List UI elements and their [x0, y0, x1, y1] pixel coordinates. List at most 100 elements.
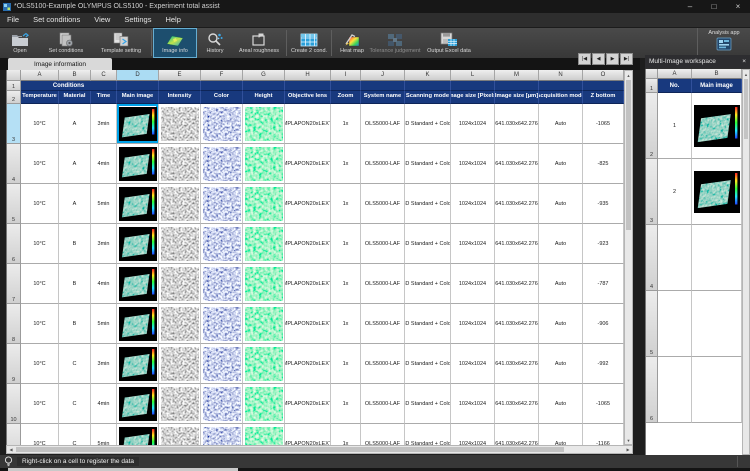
cell-material[interactable]: C — [59, 424, 91, 445]
column-header-A[interactable]: A — [21, 70, 59, 81]
cell-system-name[interactable]: OLS5000-LAF — [361, 424, 405, 445]
toolbar-button-image-info[interactable]: Image info — [153, 28, 197, 58]
workspace-cell-no[interactable] — [658, 291, 692, 357]
nav-last-button[interactable]: ▶| — [620, 53, 633, 65]
cell-material[interactable]: A — [59, 104, 91, 144]
column-header-objective-lens[interactable]: Objective lens — [285, 91, 331, 104]
workspace-row-header-4[interactable]: 4 — [646, 225, 658, 291]
height-thumbnail[interactable] — [245, 107, 283, 141]
cell-z-bottom[interactable]: -935 — [583, 184, 624, 224]
cell-temperature[interactable]: 10°C — [21, 144, 59, 184]
cell-main-image[interactable] — [117, 224, 159, 264]
menu-help[interactable]: Help — [158, 13, 187, 27]
column-header-O[interactable]: O — [583, 70, 624, 81]
conditions-row-blank-cell[interactable] — [201, 81, 243, 91]
cell-time[interactable]: 5min — [91, 304, 117, 344]
cell-time[interactable]: 3min — [91, 224, 117, 264]
cell-temperature[interactable]: 10°C — [21, 384, 59, 424]
menu-file[interactable]: File — [0, 13, 26, 27]
cell-objective-lens[interactable]: MPLAPON20xLEXT — [285, 104, 331, 144]
cell-scanning-mode[interactable]: 3D Standard + Color — [405, 344, 451, 384]
height-thumbnail[interactable] — [245, 387, 283, 421]
cell-intensity[interactable] — [159, 224, 201, 264]
cell-intensity[interactable] — [159, 184, 201, 224]
vertical-scrollbar[interactable]: ▲ ▼ — [624, 70, 633, 445]
workspace-scrollbar[interactable]: ▲ — [742, 69, 750, 455]
cell-objective-lens[interactable]: MPLAPON20xLEXT — [285, 224, 331, 264]
cell-acquisition-mode[interactable]: Auto — [539, 384, 583, 424]
main-image-thumbnail[interactable] — [119, 227, 157, 261]
cell-acquisition-mode[interactable]: Auto — [539, 344, 583, 384]
cell-system-name[interactable]: OLS5000-LAF — [361, 384, 405, 424]
color-thumbnail[interactable] — [203, 347, 241, 381]
column-header-B[interactable]: B — [59, 70, 91, 81]
cell-temperature[interactable]: 10°C — [21, 184, 59, 224]
cell-color[interactable] — [201, 104, 243, 144]
cell-image-size-um[interactable]: 641.030x642.276 — [495, 264, 539, 304]
cell-intensity[interactable] — [159, 344, 201, 384]
row-header-7[interactable]: 7 — [7, 264, 21, 304]
column-header-J[interactable]: J — [361, 70, 405, 81]
cell-intensity[interactable] — [159, 384, 201, 424]
column-header-D[interactable]: D — [117, 70, 159, 81]
cell-height[interactable] — [243, 104, 285, 144]
cell-z-bottom[interactable]: -923 — [583, 224, 624, 264]
column-header-system-name[interactable]: System name — [361, 91, 405, 104]
cell-time[interactable]: 3min — [91, 104, 117, 144]
color-thumbnail[interactable] — [203, 267, 241, 301]
color-thumbnail[interactable] — [203, 427, 241, 446]
column-header-N[interactable]: N — [539, 70, 583, 81]
cell-zoom[interactable]: 1x — [331, 184, 361, 224]
column-header-time[interactable]: Time — [91, 91, 117, 104]
column-header-intensity[interactable]: Intensity — [159, 91, 201, 104]
cell-material[interactable]: C — [59, 384, 91, 424]
cell-height[interactable] — [243, 144, 285, 184]
height-thumbnail[interactable] — [245, 347, 283, 381]
cell-main-image[interactable] — [117, 184, 159, 224]
workspace-row-header-1[interactable]: 1 — [646, 79, 658, 93]
column-header-G[interactable]: G — [243, 70, 285, 81]
column-header-z-bottom[interactable]: Z bottom — [583, 91, 624, 104]
workspace-main-image-thumbnail[interactable] — [694, 105, 740, 147]
intensity-thumbnail[interactable] — [161, 347, 199, 381]
cell-main-image[interactable] — [117, 264, 159, 304]
row-header-8[interactable]: 8 — [7, 304, 21, 344]
main-image-thumbnail[interactable] — [119, 267, 157, 301]
column-header-I[interactable]: I — [331, 70, 361, 81]
column-header-image-size-m-[interactable]: Image size [µm] — [495, 91, 539, 104]
cell-material[interactable]: B — [59, 264, 91, 304]
cell-image-size-pixels[interactable]: 1024x1024 — [451, 384, 495, 424]
conditions-row-blank-cell[interactable] — [361, 81, 405, 91]
cell-temperature[interactable]: 10°C — [21, 424, 59, 445]
cell-zoom[interactable]: 1x — [331, 224, 361, 264]
height-thumbnail[interactable] — [245, 267, 283, 301]
column-header-L[interactable]: L — [451, 70, 495, 81]
cell-image-size-pixels[interactable]: 1024x1024 — [451, 304, 495, 344]
workspace-cell-no[interactable] — [658, 357, 692, 423]
cell-objective-lens[interactable]: MPLAPON20xLEXT — [285, 144, 331, 184]
cell-z-bottom[interactable]: -787 — [583, 264, 624, 304]
cell-z-bottom[interactable]: -992 — [583, 344, 624, 384]
cell-scanning-mode[interactable]: 3D Standard + Color — [405, 384, 451, 424]
cell-color[interactable] — [201, 144, 243, 184]
workspace-column-header-B[interactable]: B — [692, 69, 742, 79]
column-header-K[interactable]: K — [405, 70, 451, 81]
workspace-row-header-5[interactable]: 5 — [646, 291, 658, 357]
cell-main-image[interactable] — [117, 344, 159, 384]
cell-material[interactable]: C — [59, 344, 91, 384]
cell-acquisition-mode[interactable]: Auto — [539, 224, 583, 264]
workspace-cell-main-image[interactable] — [692, 357, 742, 423]
cell-time[interactable]: 4min — [91, 384, 117, 424]
cell-time[interactable]: 3min — [91, 344, 117, 384]
toolbar-button-set-conditions[interactable]: Set conditions — [40, 28, 92, 58]
cell-objective-lens[interactable]: MPLAPON20xLEXT — [285, 424, 331, 445]
cell-image-size-pixels[interactable]: 1024x1024 — [451, 424, 495, 445]
cell-main-image[interactable] — [117, 384, 159, 424]
column-header-temperature[interactable]: Temperature — [21, 91, 59, 104]
cell-scanning-mode[interactable]: 3D Standard + Color — [405, 304, 451, 344]
row-header-4[interactable]: 4 — [7, 144, 21, 184]
cell-time[interactable]: 5min — [91, 424, 117, 445]
workspace-row-header-6[interactable]: 6 — [646, 357, 658, 423]
cell-color[interactable] — [201, 384, 243, 424]
cell-image-size-pixels[interactable]: 1024x1024 — [451, 144, 495, 184]
